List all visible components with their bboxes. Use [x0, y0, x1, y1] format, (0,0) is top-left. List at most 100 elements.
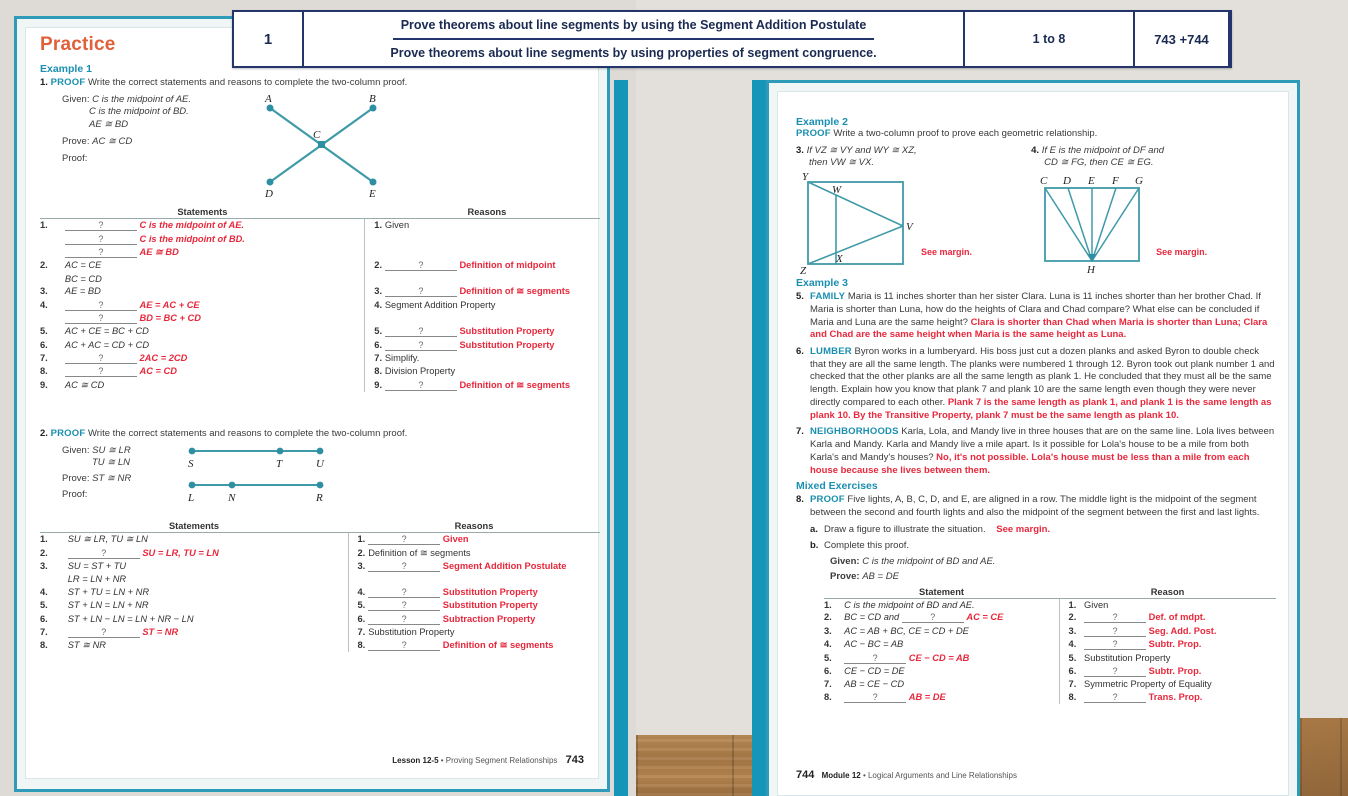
statement-answer: AE ≅ BD	[139, 247, 179, 258]
reason-cell: ? Segment Addition Postulate	[368, 560, 600, 573]
figure-label-R: R	[315, 492, 323, 504]
figure-label-E: E	[368, 188, 376, 200]
answer-blank[interactable]: ?	[1084, 612, 1147, 624]
example-3-label: Example 3	[796, 277, 848, 290]
problem-5: 5. FAMILY Maria is 11 inches shorter tha…	[796, 291, 1276, 342]
answer-blank[interactable]: ?	[1084, 692, 1147, 703]
proof-row: 3. SU = ST + TU 3.? Segment Addition Postu…	[40, 559, 600, 574]
statement-answer: BD = BC + CD	[139, 312, 201, 323]
proof-row: 5. AC + CE = BC + CD 5.? Substitution Prop…	[40, 325, 600, 339]
statement-cell: ? SU = LR, TU = LN	[67, 546, 348, 559]
figure-x-shape: A B C D E	[264, 93, 377, 200]
answer-blank[interactable]: ?	[368, 600, 441, 612]
problem-3-text-1: If VZ ≅ VY and WY ≅ XZ,	[806, 144, 917, 156]
answer-blank[interactable]: ?	[64, 313, 137, 324]
statement-number: 9.	[40, 379, 48, 390]
statement-cell: ? 2AC = 2CD	[64, 352, 365, 365]
reason-number: 9.	[364, 378, 385, 392]
reason-cell	[385, 246, 600, 259]
answer-blank[interactable]: ?	[67, 548, 140, 559]
answer-blank[interactable]: ?	[844, 692, 907, 703]
answer-blank[interactable]: ?	[384, 326, 457, 338]
answer-blank[interactable]: ?	[384, 380, 457, 391]
figure-problem-4: C D E F G H	[1040, 175, 1143, 275]
page-744-footer: 744 Module 12 • Logical Arguments and Li…	[796, 769, 1017, 781]
proof-row: 4.? AE = AC + CE 4. Segment Addition Prope…	[40, 298, 600, 312]
reason-cell: Definition of ≅ segments	[368, 546, 600, 559]
answer-blank[interactable]: ?	[1084, 626, 1147, 637]
statement-answer: ST = NR	[142, 626, 179, 637]
answer-blank[interactable]: ?	[1084, 666, 1147, 677]
statement-number	[40, 273, 65, 285]
answer-blank[interactable]: ?	[368, 534, 441, 546]
proof-row: 6. ST + LN − LN = LN + NR − LN 6.? Subtrac…	[40, 612, 600, 626]
header-objective-2: Prove theorems about line segments by us…	[390, 46, 877, 60]
problem-8-part-a: a. Draw a figure to illustrate the situa…	[796, 524, 1276, 537]
reason-answer: Substitution Property	[459, 339, 555, 350]
answer-blank[interactable]: ?	[901, 612, 964, 624]
proof-row: 1. SU ≅ LR, TU ≅ LN 1.? Given	[40, 532, 600, 547]
reason-answer: Substitution Property	[442, 600, 538, 611]
problem-3-number: 3.	[796, 144, 804, 156]
statement-prefix: AC − BC = AB	[844, 639, 904, 650]
reason-number: 4.	[364, 298, 385, 312]
statement-text: SU = ST + TU	[67, 561, 127, 572]
proof-row: 8. ST ≅ NR 8.? Definition of ≅ segments	[40, 639, 600, 653]
prove-expression-2: ST ≅ NR	[92, 473, 132, 485]
answer-blank[interactable]: ?	[368, 561, 441, 573]
figure-label-V: V	[906, 221, 914, 233]
problem-2-proof-table: Statements Reasons 1. SU ≅ LR, TU ≅ LN 1.?…	[40, 519, 600, 653]
given-8-text: C is the midpoint of BD and AE.	[862, 556, 996, 568]
reason-cell: Substitution Property	[368, 626, 600, 639]
answer-blank[interactable]: ?	[368, 614, 441, 625]
answer-blank[interactable]: ?	[64, 353, 137, 365]
answer-blank[interactable]: ?	[1084, 639, 1147, 651]
reason-number: 5.	[347, 598, 369, 613]
reason-cell: Segment Addition Property	[385, 298, 600, 311]
answer-blank[interactable]: ?	[64, 300, 137, 311]
given-line-2: C is the midpoint of BD.	[89, 106, 189, 118]
proof-row: ? C is the midpoint of BD.	[40, 232, 600, 246]
statement-number	[40, 246, 65, 259]
statement-text: AC + AC = CD + CD	[64, 339, 150, 350]
proof-row: 2. AC = CE 2.? Definition of midpoint	[40, 259, 600, 273]
answer-blank[interactable]: ?	[64, 247, 137, 259]
reason-text: Symmetric Property of Equality	[1084, 679, 1212, 690]
statement-number: 4.	[40, 299, 48, 310]
problem-7-number: 7.	[796, 426, 804, 438]
answer-blank[interactable]: ?	[67, 627, 140, 638]
figure-label-X: X	[835, 253, 844, 265]
figure-label-F: F	[1111, 175, 1119, 187]
reason-number	[364, 232, 385, 246]
problem-1-text: Write the correct statements and reasons…	[88, 77, 408, 88]
answer-blank[interactable]: ?	[368, 640, 441, 652]
answer-blank[interactable]: ?	[384, 340, 457, 351]
proof-row: 1.? C is the midpoint of AE. 1. Given	[40, 218, 600, 233]
answer-blank[interactable]: ?	[384, 286, 457, 298]
problem-4-answer: See margin.	[1156, 247, 1208, 258]
answer-blank[interactable]: ?	[64, 366, 137, 378]
figure-label-C: C	[313, 129, 321, 141]
statement-number: 3.	[40, 561, 48, 572]
reason-number: 1.	[347, 532, 369, 547]
statement-cell: ST + LN = LN + NR	[68, 599, 348, 612]
answer-blank[interactable]: ?	[844, 653, 907, 664]
problem-4-text-1: If E is the midpoint of DF and	[1041, 144, 1165, 156]
figure-label-D: D	[264, 188, 273, 200]
statement-text: AE = BD	[64, 286, 101, 297]
statement-number: 4.	[40, 586, 48, 597]
statement-text: AC = CE	[64, 260, 102, 271]
answer-blank[interactable]: ?	[64, 220, 137, 232]
reason-answer: Substitution Property	[459, 326, 555, 337]
statement-answer: AB = DE	[908, 691, 946, 702]
reason-text: Division Property	[384, 366, 456, 377]
answer-blank[interactable]: ?	[64, 234, 137, 245]
statement-cell: ? AC = CD	[64, 365, 365, 378]
example-2-text: Write a two-column proof to prove each g…	[833, 128, 1098, 139]
page-744-content: Example 2 PROOF Write a two-column proof…	[777, 91, 1289, 796]
statement-number: 5.	[40, 600, 48, 611]
problem-8-given: Given: C is the midpoint of BD and AE.	[796, 556, 1276, 569]
statement-cell: ? C is the midpoint of AE.	[64, 219, 365, 233]
answer-blank[interactable]: ?	[384, 260, 457, 272]
answer-blank[interactable]: ?	[368, 587, 441, 598]
